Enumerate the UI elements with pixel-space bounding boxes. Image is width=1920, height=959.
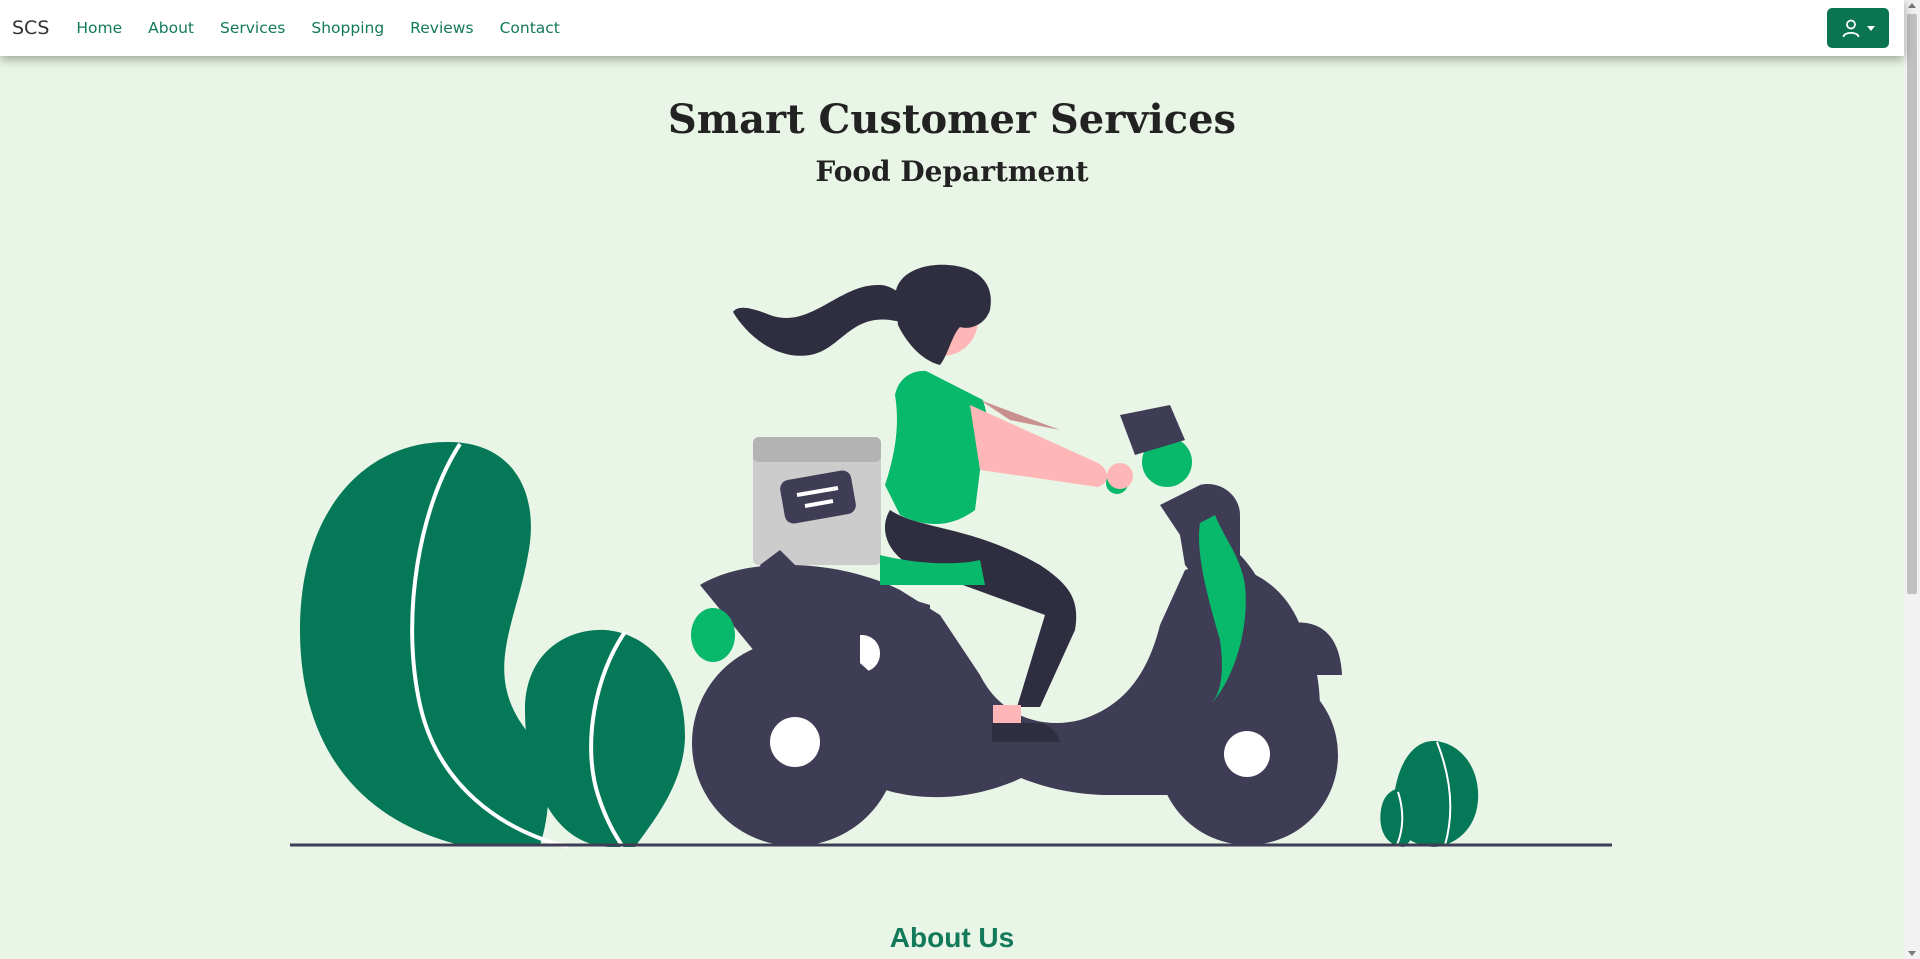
scroll-down-arrow-icon[interactable] bbox=[1908, 951, 1916, 956]
brand-logo[interactable]: SCS bbox=[12, 17, 49, 39]
delivery-scooter-illustration bbox=[290, 264, 1612, 849]
scrollbar-thumb[interactable] bbox=[1907, 14, 1917, 594]
nav-link-about[interactable]: About bbox=[148, 19, 194, 37]
hero-title: Smart Customer Services bbox=[667, 96, 1237, 143]
user-icon bbox=[1842, 19, 1860, 38]
chevron-down-icon bbox=[1867, 25, 1875, 31]
nav-link-contact[interactable]: Contact bbox=[500, 19, 560, 37]
page-scrollbar[interactable] bbox=[1904, 0, 1920, 959]
nav-link-services[interactable]: Services bbox=[220, 19, 285, 37]
scroll-up-arrow-icon[interactable] bbox=[1908, 3, 1916, 8]
nav-link-home[interactable]: Home bbox=[76, 19, 122, 37]
user-menu-button[interactable] bbox=[1827, 8, 1889, 48]
top-navbar: SCS Home About Services Shopping Reviews… bbox=[0, 0, 1904, 56]
medium-leaf-plant bbox=[525, 629, 685, 849]
nav-link-shopping[interactable]: Shopping bbox=[311, 19, 384, 37]
small-leaf-plant bbox=[1380, 740, 1479, 848]
large-leaf-plant bbox=[300, 441, 569, 849]
nav-link-reviews[interactable]: Reviews bbox=[410, 19, 473, 37]
hero-subtitle: Food Department bbox=[815, 155, 1089, 188]
rear-light bbox=[691, 608, 735, 662]
about-us-heading: About Us bbox=[889, 922, 1015, 953]
